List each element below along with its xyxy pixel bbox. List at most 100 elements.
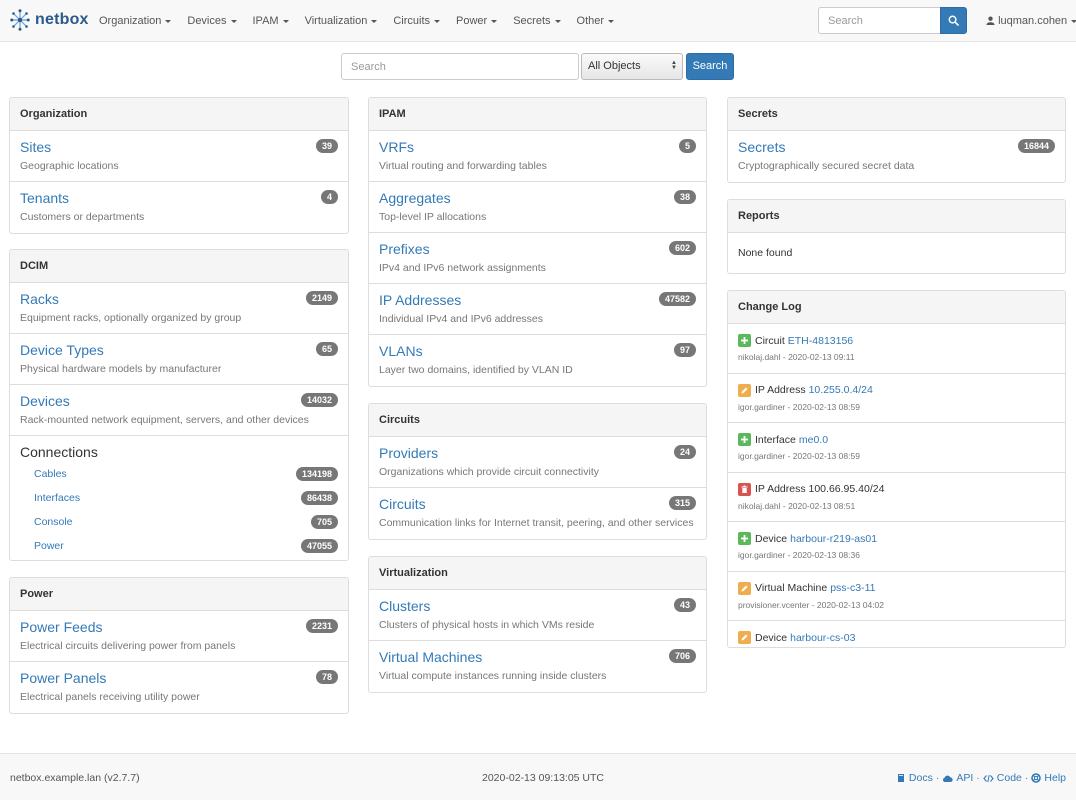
changelog-entry: Circuit ETH-4813156 nikolaj.dahl - 2020-… (728, 324, 1065, 374)
list-item: Secrets 16844 Cryptographically secured … (728, 131, 1065, 182)
interfaces-link[interactable]: Interfaces (34, 492, 80, 504)
prefixes-link[interactable]: Prefixes (379, 241, 430, 257)
updown-arrows-icon: ▲ ▼ (671, 60, 677, 71)
list-item: Device Types 65 Physical hardware models… (10, 334, 348, 385)
power-connections-link[interactable]: Power (34, 540, 64, 552)
reports-empty: None found (738, 247, 793, 259)
list-item: IP Addresses 47582 Individual IPv4 and I… (369, 284, 706, 335)
changelog-object-link[interactable]: pss-c3-11 (830, 582, 875, 594)
navbar-search-input[interactable] (818, 7, 941, 34)
navbar-search-button[interactable] (940, 7, 967, 34)
changelog-object-link[interactable]: ETH-4813156 (788, 335, 853, 347)
device-types-link[interactable]: Device Types (20, 342, 104, 358)
secrets-heading: Secrets (728, 98, 1065, 131)
object-type-selected: All Objects (588, 60, 641, 72)
ip-addresses-link[interactable]: IP Addresses (379, 292, 461, 308)
providers-link[interactable]: Providers (379, 445, 438, 461)
changelog-heading: Change Log (728, 291, 1065, 324)
power-feeds-desc: Electrical circuits delivering power fro… (20, 640, 236, 652)
devices-link[interactable]: Devices (20, 393, 70, 409)
help-link[interactable]: Help (1031, 772, 1066, 784)
list-item: Sites 39 Geographic locations (10, 131, 348, 182)
racks-link[interactable]: Racks (20, 291, 59, 307)
plus-icon (738, 433, 751, 446)
aggregates-desc: Top-level IP allocations (379, 211, 487, 223)
changelog-type: Device (755, 631, 788, 644)
sites-link[interactable]: Sites (20, 139, 51, 155)
nav-circuits-label: Circuits (393, 15, 431, 27)
caret-down-icon (608, 19, 615, 23)
dcim-panel: DCIM Racks 2149 Equipment racks, optiona… (9, 249, 349, 561)
changelog-object-link[interactable]: me0.0 (799, 434, 828, 446)
global-search-button[interactable]: Search (686, 53, 734, 80)
api-label: API (956, 772, 974, 784)
clusters-link[interactable]: Clusters (379, 598, 430, 614)
list-item: Tenants 4 Customers or departments (10, 182, 348, 233)
ipam-heading: IPAM (369, 98, 706, 131)
changelog-panel: Change Log Circuit ETH-4813156 nikolaj.d… (727, 290, 1066, 648)
list-item: Power Panels 78 Electrical panels receiv… (10, 662, 348, 713)
power-panels-link[interactable]: Power Panels (20, 670, 106, 686)
ip-addresses-count-badge: 47582 (658, 292, 696, 306)
virtual-machines-count-badge: 706 (668, 649, 696, 663)
caret-down-icon (230, 19, 237, 23)
changelog-meta: igor.gardiner - 2020-02-13 08:36 (738, 550, 860, 560)
circuits-heading: Circuits (369, 404, 706, 437)
changelog-object-link[interactable]: harbour-cs-03 (790, 632, 855, 644)
user-icon (986, 16, 995, 25)
connections-item: Connections Cables 134198 Interfaces 864… (10, 436, 348, 553)
nav-secrets[interactable]: Secrets (505, 0, 568, 42)
aggregates-link[interactable]: Aggregates (379, 190, 451, 206)
clusters-count-badge: 43 (673, 598, 696, 612)
vlans-link[interactable]: VLANs (379, 343, 423, 359)
changelog-object-link[interactable]: 10.255.0.4/24 (809, 384, 873, 396)
global-search-input[interactable] (341, 53, 579, 80)
nav-ipam-label: IPAM (252, 15, 279, 27)
plus-icon (738, 334, 751, 347)
pencil-icon (738, 383, 751, 397)
devices-count-badge: 14032 (300, 393, 338, 407)
brand-logo[interactable]: netbox (10, 9, 89, 31)
nav-organization[interactable]: Organization (91, 0, 179, 42)
user-menu[interactable]: luqman.cohen (986, 0, 1076, 42)
nav-power[interactable]: Power (448, 0, 505, 42)
secrets-link[interactable]: Secrets (738, 139, 785, 155)
list-item: Racks 2149 Equipment racks, optionally o… (10, 283, 348, 334)
power-connections-count-badge: 47055 (300, 539, 338, 553)
nav-organization-label: Organization (99, 15, 162, 27)
object-type-select[interactable]: All Objects ▲ ▼ (581, 53, 683, 80)
nav-ipam[interactable]: IPAM (245, 0, 297, 42)
nav-virtualization[interactable]: Virtualization (297, 0, 386, 42)
tenants-link[interactable]: Tenants (20, 190, 69, 206)
console-count-badge: 705 (310, 515, 338, 529)
vrfs-count-badge: 5 (678, 139, 696, 153)
nav-devices[interactable]: Devices (179, 0, 244, 42)
virtual-machines-link[interactable]: Virtual Machines (379, 649, 482, 665)
main-nav: Organization Devices IPAM Virtualization… (91, 0, 622, 42)
nav-other-label: Other (576, 15, 605, 27)
list-item: Devices 14032 Rack-mounted network equip… (10, 385, 348, 436)
nav-circuits[interactable]: Circuits (385, 0, 448, 42)
list-item: Providers 24 Organizations which provide… (369, 437, 706, 488)
cables-link[interactable]: Cables (34, 468, 67, 480)
footer-host: netbox.example.lan (v2.7.7) (10, 772, 140, 784)
vlans-count-badge: 97 (673, 343, 696, 357)
changelog-entry: IP Address 10.255.0.4/24 igor.gardiner -… (728, 374, 1065, 423)
changelog-object-link[interactable]: harbour-r219-as01 (790, 533, 877, 545)
vrfs-link[interactable]: VRFs (379, 139, 414, 155)
vlans-desc: Layer two domains, identified by VLAN ID (379, 364, 573, 376)
code-link[interactable]: Code (983, 772, 1022, 784)
navbar: netbox Organization Devices IPAM Virtual… (0, 0, 1076, 42)
docs-label: Docs (908, 772, 933, 784)
changelog-meta: nikolaj.dahl - 2020-02-13 08:51 (738, 500, 856, 511)
caret-down-icon (1071, 19, 1076, 23)
docs-link[interactable]: Docs (897, 772, 933, 784)
console-link[interactable]: Console (34, 516, 73, 528)
api-link[interactable]: API (942, 772, 973, 784)
circuits-link[interactable]: Circuits (379, 496, 426, 512)
nav-other[interactable]: Other (569, 0, 623, 42)
list-item: Virtual Machines 706 Virtual compute ins… (369, 641, 706, 692)
power-feeds-link[interactable]: Power Feeds (20, 619, 102, 635)
pencil-icon (738, 581, 751, 595)
reports-panel: Reports None found (727, 199, 1066, 274)
